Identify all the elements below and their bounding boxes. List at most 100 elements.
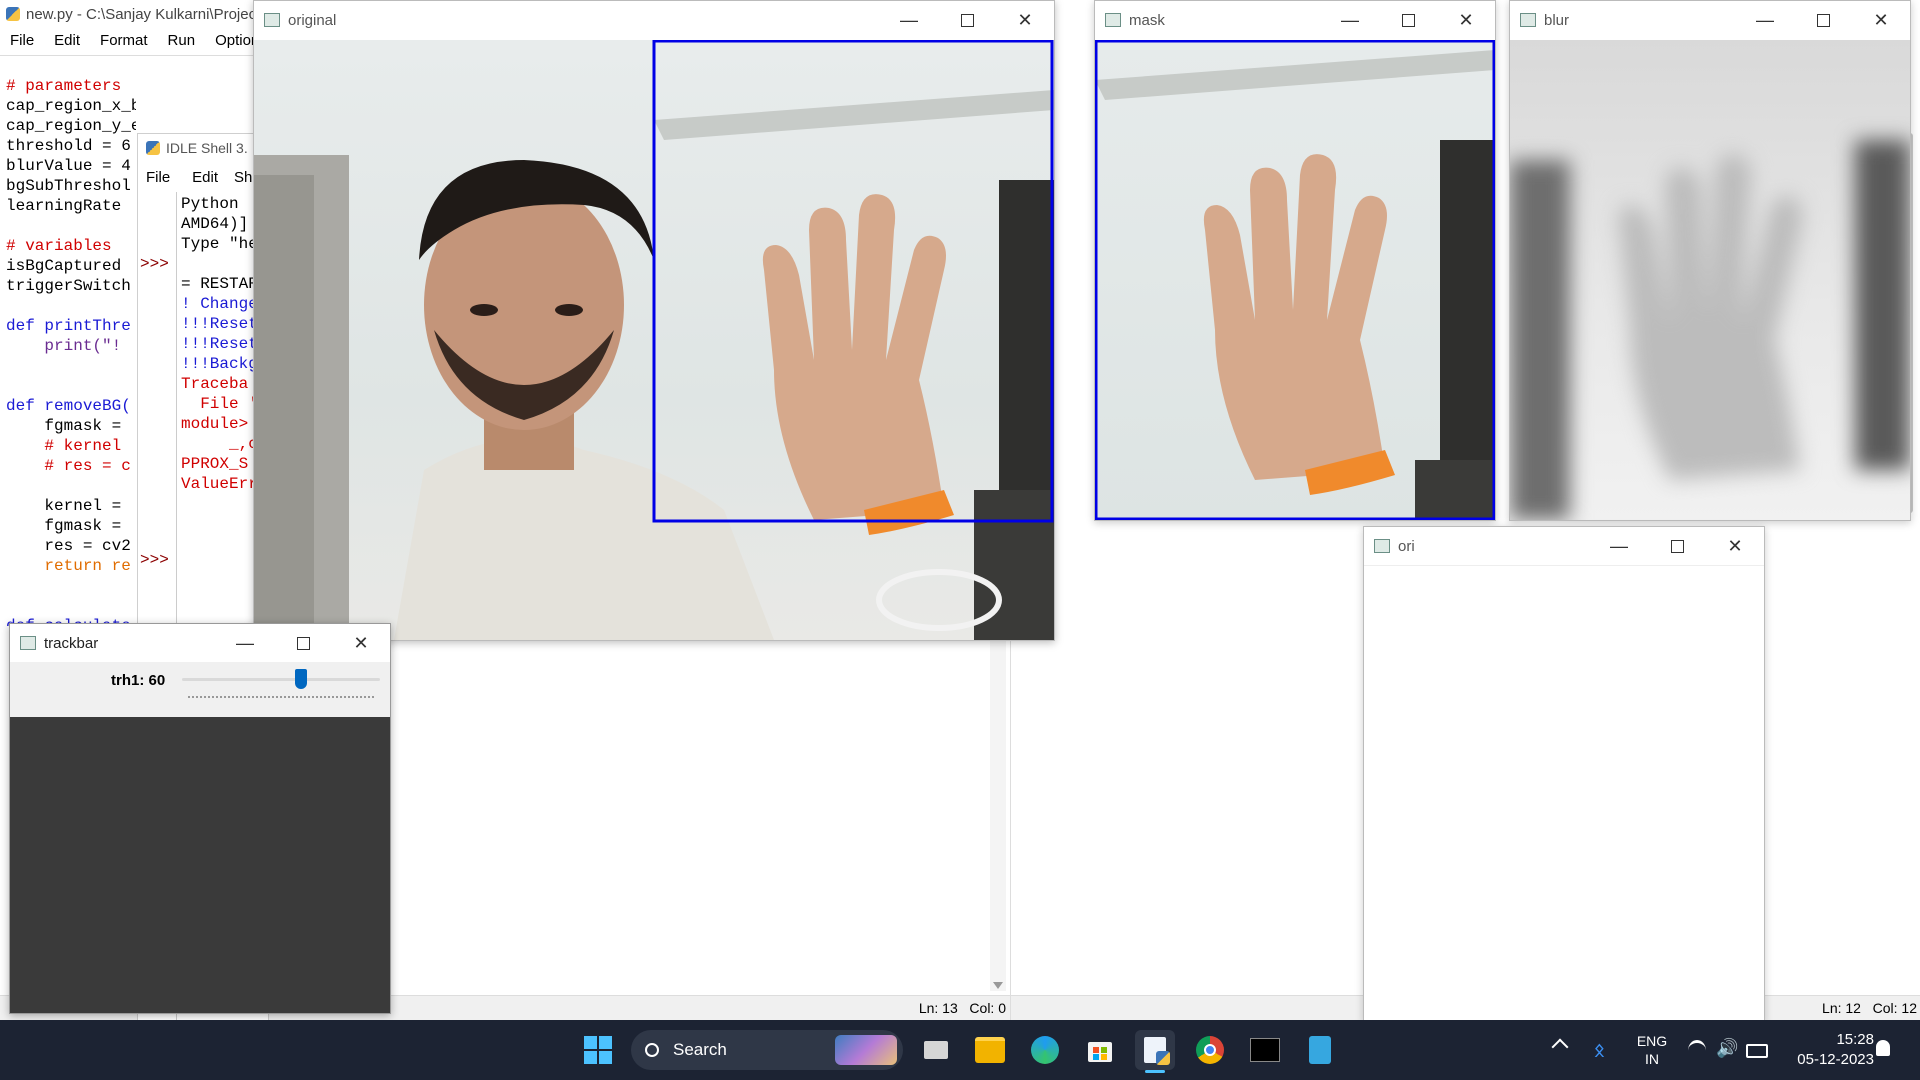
active-app-indicator xyxy=(1145,1070,1165,1073)
maximize-icon[interactable] xyxy=(1379,1,1437,39)
editor-code-line: # variables xyxy=(6,237,112,255)
editor-code-line: # parameters xyxy=(6,77,122,95)
close-icon[interactable]: ✕ xyxy=(1852,1,1910,39)
python-shell-icon xyxy=(146,141,160,155)
wifi-icon[interactable] xyxy=(1688,1040,1706,1061)
maximize-icon[interactable] xyxy=(1794,1,1852,39)
trackbar-ticks xyxy=(188,696,374,702)
editor-code-area[interactable]: # parameters cap_region_x_begin=0.5 # cap_… xyxy=(6,56,136,626)
mask-titlebar[interactable]: mask — ✕ xyxy=(1095,1,1495,39)
trackbar-track[interactable] xyxy=(182,678,380,681)
windows-start-icon[interactable] xyxy=(578,1030,618,1070)
trackbar-label: trh1: 60 xyxy=(111,672,166,689)
search-label: Search xyxy=(673,1040,727,1059)
editor-code-line: # res = c xyxy=(6,457,131,475)
trackbar-panel: trh1: 60 xyxy=(10,662,390,717)
bluetooth-icon[interactable]: ᛟ xyxy=(1594,1040,1605,1061)
editor-code-line: learningRate xyxy=(6,197,122,215)
editor-code-line: fgmask = xyxy=(6,517,131,535)
editor-title: new.py - C:\Sanjay Kulkarni\Projec xyxy=(26,5,257,23)
original-video-frame xyxy=(254,40,1054,640)
terminal-icon[interactable] xyxy=(1245,1030,1285,1070)
opencv-window-icon xyxy=(1105,13,1121,27)
microsoft-store-icon[interactable] xyxy=(1080,1030,1120,1070)
trackbar-title: trackbar xyxy=(44,634,99,652)
close-icon[interactable]: ✕ xyxy=(332,624,390,662)
python-idle-icon[interactable] xyxy=(1135,1030,1175,1070)
battery-icon[interactable] xyxy=(1746,1044,1768,1058)
trackbar-thumb[interactable] xyxy=(294,669,307,689)
original-title: original xyxy=(288,11,337,29)
chrome-icon[interactable] xyxy=(1190,1030,1230,1070)
taskbar-search-box[interactable]: Search xyxy=(631,1030,903,1070)
shell-title: IDLE Shell 3. xyxy=(166,140,248,156)
editor-menu-edit[interactable]: Edit xyxy=(44,32,90,52)
editor-code-line xyxy=(6,56,136,76)
opencv-window-icon xyxy=(20,636,36,650)
minimize-icon[interactable]: — xyxy=(1590,527,1648,565)
scroll-down-arrow-icon[interactable] xyxy=(993,982,1003,989)
editor-code-line: fgmask = xyxy=(6,417,131,435)
maximize-icon[interactable] xyxy=(938,1,996,39)
ori-titlebar[interactable]: ori — ✕ xyxy=(1364,527,1764,566)
editor-menu-file[interactable]: File xyxy=(0,32,44,52)
editor-code-line xyxy=(6,476,136,496)
maximize-icon[interactable] xyxy=(1648,527,1706,565)
python-file-icon xyxy=(6,7,20,21)
mask-window: mask — ✕ xyxy=(1094,0,1496,521)
mask-frame-image xyxy=(1095,40,1495,520)
editor-code-line: def printThre xyxy=(6,317,131,335)
language-bottom: IN xyxy=(1645,1051,1659,1067)
maximize-icon[interactable] xyxy=(274,624,332,662)
blur-video-frame xyxy=(1510,40,1910,520)
editor-code-line xyxy=(6,216,136,236)
volume-icon[interactable]: 🔊 xyxy=(1716,1038,1738,1059)
trackbar-titlebar[interactable]: trackbar — ✕ xyxy=(10,624,390,662)
ori-title: ori xyxy=(1398,537,1415,555)
shell-titlebar[interactable]: IDLE Shell 3. xyxy=(138,134,268,162)
editor-code-line: # kernel xyxy=(6,437,131,455)
clock[interactable]: 15:28 05-12-2023 xyxy=(1784,1030,1874,1070)
editor-titlebar[interactable]: new.py - C:\Sanjay Kulkarni\Projec xyxy=(0,0,260,28)
language-indicator[interactable]: ENG IN xyxy=(1632,1032,1672,1068)
shell-menu-file[interactable]: File xyxy=(138,169,176,186)
minimize-icon[interactable]: — xyxy=(880,1,938,39)
opencv-window-icon xyxy=(1520,13,1536,27)
blur-titlebar[interactable]: blur — ✕ xyxy=(1510,1,1910,39)
editor-status-text: Ln: 13 Col: 0 xyxy=(918,1000,1006,1016)
editor-menu-run[interactable]: Run xyxy=(158,32,206,52)
close-icon[interactable]: ✕ xyxy=(996,1,1054,39)
editor-code-line: cap_region_x_begin=0.5 # xyxy=(6,97,136,115)
ori-content xyxy=(1364,566,1764,1021)
search-icon xyxy=(645,1043,659,1057)
shell-menubar: File Edit She xyxy=(138,169,269,186)
blur-title: blur xyxy=(1544,11,1570,29)
editor-menu-format[interactable]: Format xyxy=(90,32,158,52)
minimize-icon[interactable]: — xyxy=(1321,1,1379,39)
notification-bell-icon[interactable] xyxy=(1876,1040,1890,1056)
editor-code-line: res = cv2 xyxy=(6,537,131,555)
close-icon[interactable]: ✕ xyxy=(1437,1,1495,39)
original-window: original — ✕ xyxy=(253,0,1055,641)
shell-menu-edit[interactable]: Edit xyxy=(176,169,226,186)
task-view-icon[interactable] xyxy=(916,1030,956,1070)
opencv-window-icon xyxy=(264,13,280,27)
edge-browser-icon[interactable] xyxy=(1025,1030,1065,1070)
notepad-icon[interactable] xyxy=(1300,1030,1340,1070)
original-frame-image xyxy=(254,40,1054,640)
editor-code-line xyxy=(6,356,136,376)
editor-code-line: blurValue = 4 xyxy=(6,157,131,175)
file-explorer-icon[interactable] xyxy=(970,1030,1010,1070)
editor-menubar: File Edit Format Run Options xyxy=(0,32,277,52)
shell-prompt: >>> xyxy=(140,255,169,273)
minimize-icon[interactable]: — xyxy=(1736,1,1794,39)
mask-video-frame xyxy=(1095,40,1495,520)
editor-code-line: return re xyxy=(6,557,131,575)
original-titlebar[interactable]: original — ✕ xyxy=(254,1,1054,39)
clock-time: 15:28 xyxy=(1836,1031,1874,1048)
minimize-icon[interactable]: — xyxy=(216,624,274,662)
opencv-window-icon xyxy=(1374,539,1390,553)
editor-code-line: cap_region_y_end=0.8 # s xyxy=(6,117,136,135)
close-icon[interactable]: ✕ xyxy=(1706,527,1764,565)
trackbar-window: trackbar — ✕ trh1: 60 xyxy=(9,623,391,1014)
